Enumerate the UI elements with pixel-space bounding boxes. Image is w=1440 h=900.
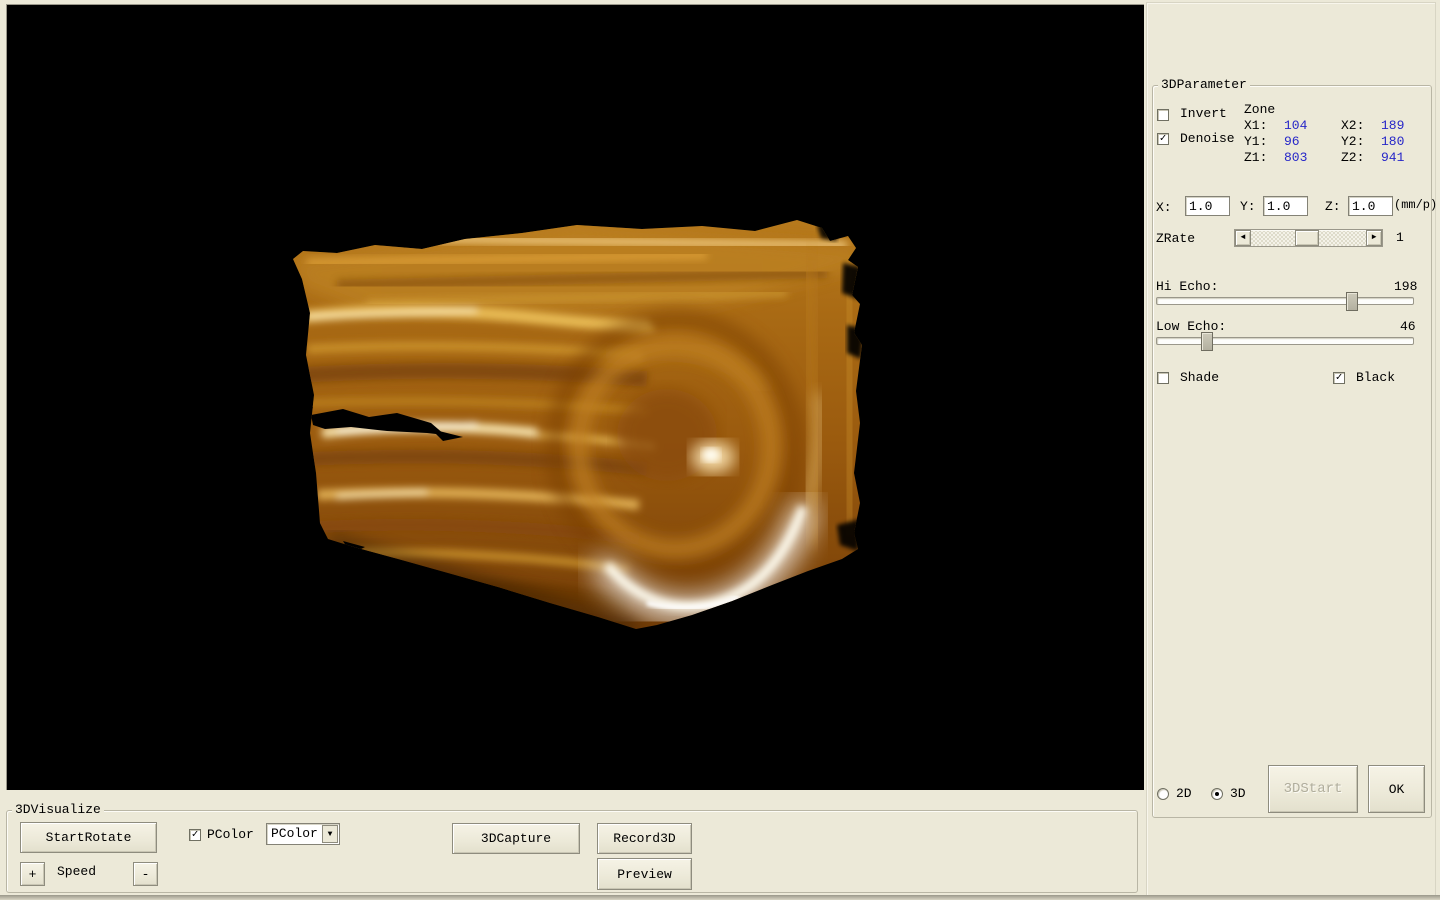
ok-button[interactable]: OK <box>1368 765 1425 813</box>
ultrasound-volume <box>7 5 1145 791</box>
y-scale-label: Y: <box>1240 199 1256 214</box>
pcolor-dropdown-arrow-icon[interactable]: ▼ <box>322 825 338 843</box>
invert-checkbox[interactable] <box>1157 109 1169 121</box>
hi-echo-value: 198 <box>1394 279 1417 294</box>
visualize-groupbox-title: 3DVisualize <box>12 803 104 817</box>
z-scale-field[interactable] <box>1348 196 1393 216</box>
zone-y2-label: Y2: <box>1341 134 1364 149</box>
record3d-button[interactable]: Record3D <box>597 823 692 854</box>
low-echo-label: Low Echo: <box>1156 319 1226 334</box>
zrate-label: ZRate <box>1156 231 1195 246</box>
invert-label: Invert <box>1180 106 1227 121</box>
zone-z1-value: 803 <box>1284 150 1307 165</box>
low-echo-slider-thumb[interactable] <box>1201 332 1213 351</box>
zrate-arrow-right-icon[interactable]: ► <box>1366 230 1382 246</box>
parameter-groupbox <box>1152 85 1432 818</box>
pcolor-dropdown-value: PColor <box>271 826 318 841</box>
shade-checkbox[interactable] <box>1157 372 1169 384</box>
shade-label: Shade <box>1180 370 1219 385</box>
radio-2d[interactable] <box>1157 788 1169 800</box>
render-viewport[interactable] <box>6 4 1144 790</box>
low-echo-value: 46 <box>1400 319 1416 334</box>
zrate-scrollbar-thumb[interactable] <box>1295 230 1319 246</box>
preview-button[interactable]: Preview <box>597 858 692 890</box>
zone-x2-label: X2: <box>1341 118 1364 133</box>
zrate-arrow-left-icon[interactable]: ◄ <box>1235 230 1251 246</box>
pcolor-dropdown[interactable]: PColor ▼ <box>266 823 340 845</box>
zone-y2-value: 180 <box>1381 134 1404 149</box>
z-scale-label: Z: <box>1325 199 1341 214</box>
denoise-checkbox[interactable]: ✓ <box>1157 133 1169 145</box>
zone-x1-label: X1: <box>1244 118 1267 133</box>
3dcapture-button[interactable]: 3DCapture <box>452 823 580 854</box>
hi-echo-label: Hi Echo: <box>1156 279 1218 294</box>
hi-echo-slider-thumb[interactable] <box>1346 292 1358 311</box>
start-rotate-button[interactable]: StartRotate <box>20 822 157 853</box>
denoise-label: Denoise <box>1180 131 1235 146</box>
window-bottom-edge <box>0 895 1440 900</box>
zrate-scrollbar[interactable]: ◄ ► <box>1234 229 1383 247</box>
hi-echo-slider[interactable] <box>1156 297 1414 305</box>
radio-3d-label: 3D <box>1230 786 1246 801</box>
zone-y1-value: 96 <box>1284 134 1300 149</box>
zone-z2-value: 941 <box>1381 150 1404 165</box>
x-scale-field[interactable] <box>1185 196 1230 216</box>
parameter-groupbox-title: 3DParameter <box>1158 78 1250 92</box>
zone-label: Zone <box>1244 102 1275 117</box>
black-checkbox[interactable]: ✓ <box>1333 372 1345 384</box>
black-label: Black <box>1356 370 1395 385</box>
3dstart-button[interactable]: 3DStart <box>1268 765 1358 813</box>
speed-minus-button[interactable]: - <box>133 862 158 886</box>
low-echo-slider[interactable] <box>1156 337 1414 345</box>
zone-x2-value: 189 <box>1381 118 1404 133</box>
radio-2d-label: 2D <box>1176 786 1192 801</box>
y-scale-field[interactable] <box>1263 196 1308 216</box>
zrate-value: 1 <box>1396 230 1404 245</box>
zone-y1-label: Y1: <box>1244 134 1267 149</box>
zone-x1-value: 104 <box>1284 118 1307 133</box>
x-scale-label: X: <box>1156 200 1172 215</box>
pcolor-label: PColor <box>207 827 254 842</box>
radio-3d[interactable] <box>1211 788 1223 800</box>
speed-plus-button[interactable]: + <box>20 862 45 886</box>
scale-unit-label: (mm/p) <box>1394 198 1437 213</box>
pcolor-checkbox[interactable]: ✓ <box>189 829 201 841</box>
zone-z2-label: Z2: <box>1341 150 1364 165</box>
speed-label: Speed <box>57 864 96 879</box>
zone-z1-label: Z1: <box>1244 150 1267 165</box>
